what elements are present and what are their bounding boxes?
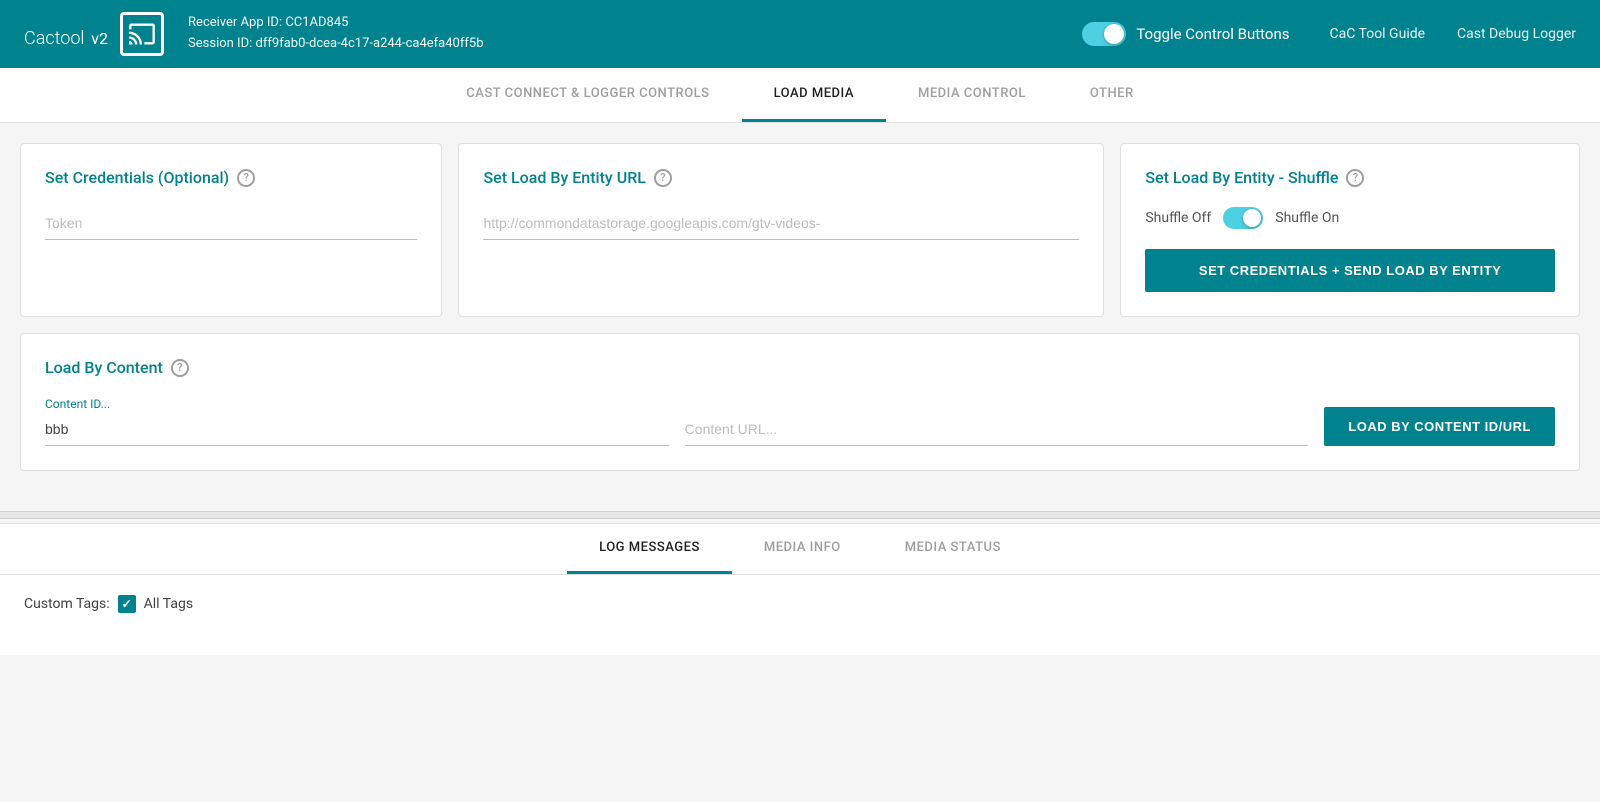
toggle-control-label: Toggle Control Buttons: [1136, 25, 1289, 43]
credentials-card-title: Set Credentials (Optional) ?: [45, 168, 417, 187]
load-content-card: Load By Content ? Content ID... LOAD BY …: [20, 333, 1580, 471]
custom-tags-label: Custom Tags:: [24, 596, 110, 612]
shuffle-help-icon[interactable]: ?: [1346, 169, 1364, 187]
entity-url-card: Set Load By Entity URL ?: [458, 143, 1104, 317]
logo-text: Cactool v2: [24, 18, 108, 51]
session-id-line: Session ID: dff9fab0-dcea-4c17-a244-ca4e…: [188, 34, 1082, 55]
cast-icon: [120, 12, 164, 56]
bottom-tabs-bar: LOG MESSAGES MEDIA INFO MEDIA STATUS: [0, 524, 1600, 575]
tab-media-control[interactable]: MEDIA CONTROL: [886, 68, 1058, 122]
top-cards-row: Set Credentials (Optional) ? Set Load By…: [20, 143, 1580, 317]
content-id-label: Content ID...: [45, 397, 669, 411]
entity-url-input[interactable]: [483, 207, 1079, 240]
all-tags-checkbox[interactable]: [118, 595, 136, 613]
entity-url-card-title: Set Load By Entity URL ?: [483, 168, 1079, 187]
content-url-input[interactable]: [685, 413, 1309, 446]
load-content-help-icon[interactable]: ?: [171, 359, 189, 377]
shuffle-toggle-row: Shuffle Off Shuffle On: [1145, 207, 1555, 229]
bottom-section: LOG MESSAGES MEDIA INFO MEDIA STATUS Cus…: [0, 523, 1600, 655]
token-input[interactable]: [45, 207, 417, 240]
load-content-card-title: Load By Content ?: [45, 358, 1555, 377]
shuffle-card-title: Set Load By Entity - Shuffle ?: [1145, 168, 1555, 187]
tab-other[interactable]: OTHER: [1058, 68, 1166, 122]
shuffle-toggle[interactable]: [1223, 207, 1263, 229]
cast-svg-icon: [128, 20, 156, 48]
bottom-content: Custom Tags: All Tags: [0, 575, 1600, 655]
credentials-card: Set Credentials (Optional) ?: [20, 143, 442, 317]
custom-tags-row: Custom Tags: All Tags: [24, 595, 1576, 613]
toggle-control-switch[interactable]: [1082, 22, 1126, 46]
logo-area: Cactool v2: [24, 12, 164, 56]
app-header: Cactool v2 Receiver App ID: CC1AD845 Ses…: [0, 0, 1600, 68]
tab-load-media[interactable]: LOAD MEDIA: [742, 68, 886, 122]
header-nav: CaC Tool Guide Cast Debug Logger: [1330, 26, 1577, 42]
load-by-content-button[interactable]: LOAD BY CONTENT ID/URL: [1324, 407, 1555, 446]
send-load-by-entity-button[interactable]: SET CREDENTIALS + SEND LOAD BY ENTITY: [1145, 249, 1555, 292]
load-content-inputs: Content ID... LOAD BY CONTENT ID/URL: [45, 397, 1555, 446]
shuffle-off-label: Shuffle Off: [1145, 210, 1211, 226]
tab-media-status[interactable]: MEDIA STATUS: [873, 524, 1033, 574]
main-content: Set Credentials (Optional) ? Set Load By…: [0, 123, 1600, 511]
section-divider: [0, 511, 1600, 519]
content-url-group: [685, 413, 1309, 446]
credentials-help-icon[interactable]: ?: [237, 169, 255, 187]
session-info: Receiver App ID: CC1AD845 Session ID: df…: [188, 13, 1082, 55]
cast-debug-logger-link[interactable]: Cast Debug Logger: [1457, 26, 1576, 42]
shuffle-on-label: Shuffle On: [1275, 210, 1339, 226]
all-tags-text: All Tags: [144, 596, 193, 612]
entity-url-help-icon[interactable]: ?: [654, 169, 672, 187]
content-id-input[interactable]: [45, 413, 669, 446]
tab-media-info[interactable]: MEDIA INFO: [732, 524, 873, 574]
receiver-app-line: Receiver App ID: CC1AD845: [188, 13, 1082, 34]
content-id-group: Content ID...: [45, 397, 669, 446]
shuffle-card: Set Load By Entity - Shuffle ? Shuffle O…: [1120, 143, 1580, 317]
toggle-control-area: Toggle Control Buttons: [1082, 22, 1289, 46]
tab-log-messages[interactable]: LOG MESSAGES: [567, 524, 732, 574]
tab-cast-connect[interactable]: CAST CONNECT & LOGGER CONTROLS: [434, 68, 741, 122]
main-tabs-bar: CAST CONNECT & LOGGER CONTROLS LOAD MEDI…: [0, 68, 1600, 123]
cac-tool-guide-link[interactable]: CaC Tool Guide: [1330, 26, 1426, 42]
